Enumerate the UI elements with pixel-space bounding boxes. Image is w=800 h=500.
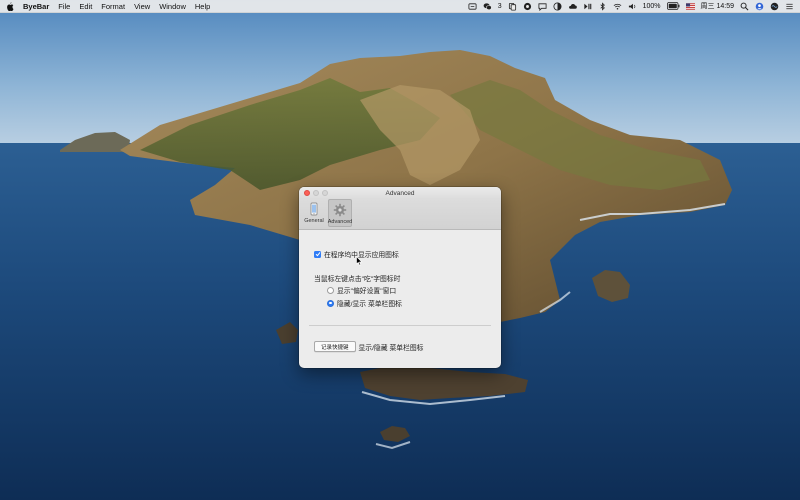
radio-option-toggle-menubar-icon[interactable]: 隐藏/显示 菜单栏图标 xyxy=(327,298,402,308)
cloud-icon[interactable] xyxy=(568,2,577,11)
tab-general-label: General xyxy=(304,218,324,224)
show-dock-icon-checkbox[interactable] xyxy=(314,250,321,258)
wechat-icon[interactable] xyxy=(483,2,492,11)
left-click-action-label: 当鼠标左键点击"吃"字图标时 xyxy=(314,276,401,283)
battery-percent: 100% xyxy=(642,2,661,10)
wechat-count: 3 xyxy=(497,2,502,10)
chat-bubble-icon[interactable] xyxy=(538,2,547,11)
wifi-icon[interactable] xyxy=(613,2,622,11)
siri-icon[interactable] xyxy=(770,2,779,11)
tab-advanced[interactable]: Advanced xyxy=(328,199,352,227)
menu-format[interactable]: Format xyxy=(101,2,125,11)
advanced-pane: 在程序坞中显示应用图标 当鼠标左键点击"吃"字图标时 显示"偏好设置"窗口 隐藏… xyxy=(299,230,501,368)
menu-help[interactable]: Help xyxy=(195,2,210,11)
copy-icon[interactable] xyxy=(508,2,517,11)
menu-view[interactable]: View xyxy=(134,2,150,11)
play-pause-icon[interactable] xyxy=(583,2,592,11)
gear-icon xyxy=(333,203,347,217)
preferences-toolbar: General Advanced xyxy=(299,199,501,230)
shortcut-row: 记录快捷键 显示/隐藏 菜单栏图标 xyxy=(314,341,423,352)
app-menu-byebar[interactable]: ByeBar xyxy=(23,2,49,11)
us-flag-icon[interactable] xyxy=(685,2,695,11)
target-icon[interactable] xyxy=(523,2,532,11)
tab-advanced-label: Advanced xyxy=(327,219,353,225)
window-title: Advanced xyxy=(385,189,415,197)
phone-icon xyxy=(310,202,318,216)
window-titlebar[interactable]: Advanced xyxy=(299,187,501,199)
minimize-window-button[interactable] xyxy=(313,190,319,196)
apple-logo-icon[interactable] xyxy=(6,1,14,11)
menu-bar: ByeBar File Edit Format View Window Help… xyxy=(0,0,800,13)
preferences-window: Advanced General Advanced 在程序坞中显示应用图标 当鼠… xyxy=(299,187,501,368)
screen-icon[interactable] xyxy=(468,2,477,11)
bluetooth-icon[interactable] xyxy=(598,1,607,11)
tab-general[interactable]: General xyxy=(302,199,326,227)
menu-window[interactable]: Window xyxy=(159,2,186,11)
radio-option-label: 隐藏/显示 菜单栏图标 xyxy=(337,301,402,308)
radio-button[interactable] xyxy=(327,286,334,294)
close-window-button[interactable] xyxy=(304,190,310,196)
menu-file[interactable]: File xyxy=(58,2,70,11)
battery-icon[interactable] xyxy=(666,2,680,11)
mouse-cursor-icon xyxy=(356,256,363,266)
user-circle-icon[interactable] xyxy=(755,2,764,11)
menu-clock[interactable]: 周三 14:59 xyxy=(701,1,734,11)
half-circle-icon[interactable] xyxy=(553,1,562,11)
control-list-icon[interactable] xyxy=(785,2,794,11)
search-icon[interactable] xyxy=(740,2,749,11)
menu-edit[interactable]: Edit xyxy=(79,2,92,11)
radio-option-label: 显示"偏好设置"窗口 xyxy=(337,288,397,295)
record-shortcut-button[interactable]: 记录快捷键 xyxy=(314,341,356,352)
radio-option-show-preferences[interactable]: 显示"偏好设置"窗口 xyxy=(327,285,396,295)
checkmark-icon xyxy=(315,252,320,257)
shortcut-description: 显示/隐藏 菜单栏图标 xyxy=(358,344,424,352)
volume-icon[interactable] xyxy=(628,2,637,11)
section-divider xyxy=(309,325,491,326)
zoom-window-button[interactable] xyxy=(322,190,328,196)
radio-button-selected[interactable] xyxy=(327,299,334,307)
